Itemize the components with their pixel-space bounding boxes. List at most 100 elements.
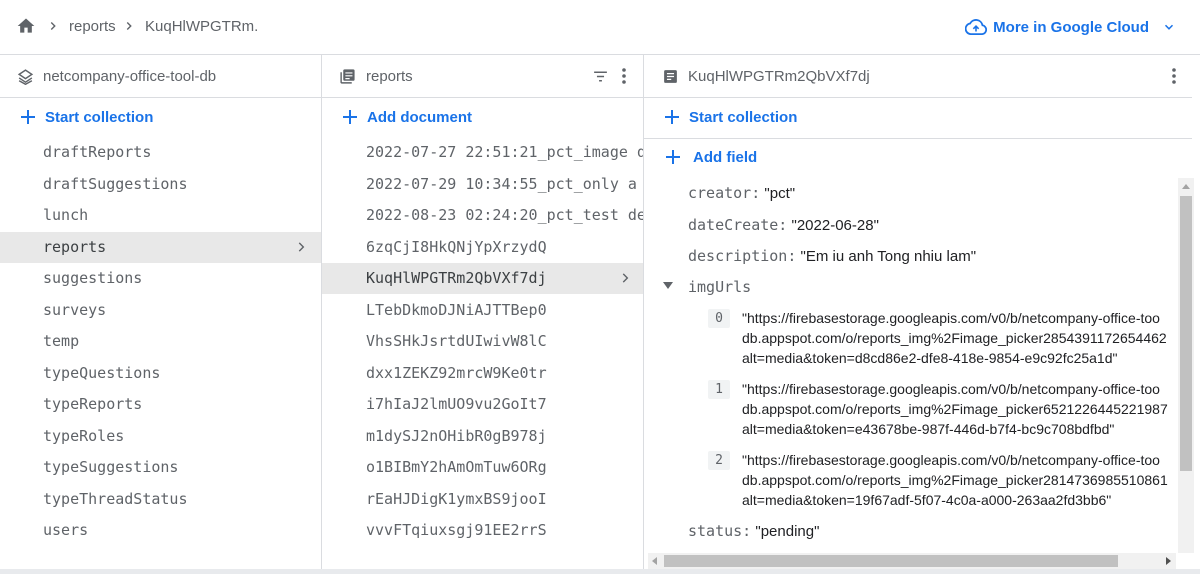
more-in-google-cloud-button[interactable]: More in Google Cloud	[965, 14, 1176, 40]
add-document-button[interactable]: Add document	[342, 104, 472, 130]
home-icon[interactable]	[15, 16, 37, 36]
item-label: lunch	[43, 206, 89, 224]
database-panel-header: netcompany-office-tool-db	[0, 55, 321, 98]
field-description[interactable]: description: "Em iu anh Tong nhiu lam"	[688, 247, 976, 265]
scroll-up-arrow[interactable]	[1182, 184, 1190, 189]
collection-item[interactable]: typeReports	[0, 389, 321, 420]
field-dateCreate[interactable]: dateCreate: "2022-06-28"	[688, 216, 879, 234]
start-subcollection-button[interactable]: Start collection	[664, 104, 797, 130]
collection-item[interactable]: suggestions	[0, 263, 321, 294]
cloud-link-label: More in Google Cloud	[993, 18, 1149, 36]
chevron-right-icon	[622, 273, 629, 283]
item-label: m1dySJ2nOHibR0gB978j	[366, 426, 547, 445]
item-label: o1BIBmY2hAmOmTuw6ORg	[366, 458, 547, 476]
scrollbar-thumb[interactable]	[1180, 196, 1192, 471]
add-field-button[interactable]: Add field	[665, 144, 757, 170]
add-document-label: Add document	[367, 108, 472, 126]
start-collection-label: Start collection	[45, 108, 154, 126]
breadcrumb-document[interactable]: KuqHlWPGTRm.	[145, 18, 258, 35]
collection-item[interactable]: typeQuestions	[0, 358, 321, 389]
document-item[interactable]: dxx1ZEKZ92mrcW9Ke0tr	[322, 358, 643, 389]
database-icon	[17, 69, 34, 85]
collection-item[interactable]: reports	[0, 231, 321, 263]
document-panel: KuqHlWPGTRm2QbVXf7dj Start collection Ad…	[644, 55, 1192, 569]
add-field-label: Add field	[693, 148, 758, 166]
collection-name: reports	[366, 68, 413, 85]
field-value: "pending"	[755, 523, 820, 540]
collection-item[interactable]: typeRoles	[0, 421, 321, 452]
url-line: "https://firebasestorage.googleapis.com/…	[742, 310, 1160, 326]
document-item[interactable]: vvvFTqiuxsgj91EE2rrS	[322, 515, 643, 546]
start-collection-button[interactable]: Start collection	[20, 104, 153, 130]
collection-item[interactable]: users	[0, 515, 321, 546]
cloud-icon	[965, 19, 988, 35]
vertical-scrollbar[interactable]	[1178, 178, 1194, 553]
item-label: suggestions	[43, 269, 143, 287]
array-value: "https://firebasestorage.googleapis.com/…	[742, 379, 1168, 439]
url-line: "https://firebasestorage.googleapis.com/…	[742, 381, 1160, 397]
item-label: 2022-07-29 10:34:55_pct_only a d	[366, 174, 643, 193]
document-item[interactable]: 2022-07-29 10:34:55_pct_only a d	[322, 169, 643, 200]
collection-item[interactable]: typeSuggestions	[0, 452, 321, 483]
collection-icon	[340, 69, 355, 84]
database-panel: netcompany-office-tool-db Start collecti…	[0, 55, 322, 569]
field-creator[interactable]: creator: "pct"	[688, 184, 795, 202]
item-label: typeReports	[43, 395, 143, 413]
chevron-down-icon	[1164, 24, 1174, 30]
item-label: typeQuestions	[43, 363, 161, 382]
array-index: 1	[708, 380, 730, 399]
collection-item[interactable]: surveys	[0, 295, 321, 326]
document-item[interactable]: VhsSHkJsrtdUIwivW8lC	[322, 326, 643, 357]
collection-item[interactable]: draftSuggestions	[0, 169, 321, 200]
item-label: KuqHlWPGTRm2QbVXf7dj	[366, 269, 547, 287]
breadcrumb-reports[interactable]: reports	[69, 18, 116, 35]
item-label: draftReports	[43, 143, 152, 161]
start-subcollection-label: Start collection	[689, 108, 798, 126]
collapse-arrow-icon[interactable]	[663, 282, 673, 290]
document-item[interactable]: i7hIaJ2lmUO9vu2GoIt7	[322, 389, 643, 420]
field-key: imgUrls	[688, 278, 752, 296]
document-item[interactable]: KuqHlWPGTRm2QbVXf7dj	[322, 263, 643, 294]
database-name: netcompany-office-tool-db	[43, 68, 217, 85]
field-value: "Em iu anh Tong nhiu lam"	[800, 248, 977, 265]
document-item[interactable]: rEaHJDigK1ymxBS9jooI	[322, 484, 643, 515]
collection-item[interactable]: lunch	[0, 200, 321, 231]
item-label: LTebDkmoDJNiAJTTBep0	[366, 300, 547, 319]
filter-icon[interactable]	[591, 68, 610, 85]
collection-item[interactable]: typeThreadStatus	[0, 484, 321, 515]
plus-icon	[665, 110, 679, 124]
scrollbar-thumb[interactable]	[664, 555, 1118, 567]
document-item[interactable]: 2022-07-27 22:51:21_pct_image qu	[322, 137, 643, 168]
document-id: KuqHlWPGTRm2QbVXf7dj	[688, 68, 870, 85]
field-status[interactable]: status: "pending"	[688, 522, 819, 540]
field-key: creator:	[688, 184, 761, 202]
horizontal-scrollbar[interactable]	[648, 553, 1176, 569]
more-vert-icon[interactable]	[1170, 67, 1178, 85]
collection-item[interactable]: temp	[0, 326, 321, 357]
document-item[interactable]: o1BIBmY2hAmOmTuw6ORg	[322, 452, 643, 483]
item-label: typeThreadStatus	[43, 489, 188, 508]
document-item[interactable]: 2022-08-23 02:24:20_pct_test dele	[322, 200, 643, 231]
item-label: rEaHJDigK1ymxBS9jooI	[366, 489, 547, 508]
item-label: draftSuggestions	[43, 174, 188, 193]
scroll-right-arrow[interactable]	[1166, 557, 1171, 565]
document-item[interactable]: LTebDkmoDJNiAJTTBep0	[322, 295, 643, 326]
item-label: temp	[43, 332, 80, 350]
item-label: dxx1ZEKZ92mrcW9Ke0tr	[366, 363, 547, 382]
item-label: vvvFTqiuxsgj91EE2rrS	[366, 521, 547, 539]
document-item[interactable]: 6zqCjI8HkQNjYpXrzydQ	[322, 232, 643, 263]
field-imgUrls[interactable]: imgUrls	[688, 278, 751, 296]
item-label: surveys	[43, 300, 107, 319]
plus-icon	[666, 150, 680, 164]
array-index: 0	[708, 309, 730, 328]
document-item[interactable]: m1dySJ2nOHibR0gB978j	[322, 421, 643, 452]
more-vert-icon[interactable]	[620, 67, 628, 85]
field-key: status:	[688, 522, 752, 540]
item-label: 2022-07-27 22:51:21_pct_image qu	[366, 143, 643, 161]
scroll-left-arrow[interactable]	[652, 557, 657, 565]
item-label: i7hIaJ2lmUO9vu2GoIt7	[366, 395, 547, 413]
item-label: VhsSHkJsrtdUIwivW8lC	[366, 332, 547, 350]
field-key: dateCreate:	[688, 216, 788, 234]
collection-item[interactable]: draftReports	[0, 137, 321, 168]
divider	[644, 138, 1192, 139]
